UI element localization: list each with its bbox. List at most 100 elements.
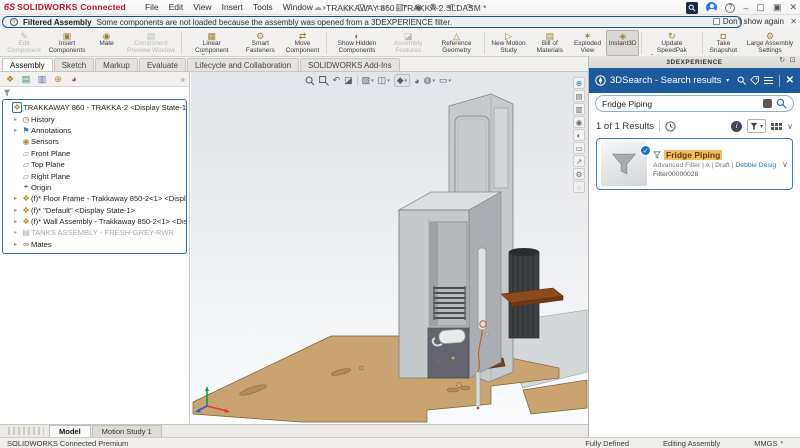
ribbon-button-bill-of-materials[interactable]: ▤Bill of Materials [531, 30, 569, 56]
search-input[interactable]: Fridge Piping [595, 95, 794, 112]
tree-item-mates[interactable]: ▸∞Mates [3, 239, 186, 250]
ribbon-button-reference-geometry[interactable]: △Reference Geometry▾ [432, 30, 482, 56]
tree-item-annotations[interactable]: ▸⚑Annotations [3, 125, 186, 136]
tree-item-top-plane[interactable]: ▱Top Plane [3, 159, 186, 170]
tab-motion-study-1[interactable]: Motion Study 1 [92, 425, 162, 437]
notification-close-icon[interactable]: ✕ [790, 17, 797, 26]
tree-item-origin[interactable]: ⌖Origin [3, 182, 186, 193]
configurationmanager-tab-icon[interactable]: ▥ [36, 73, 48, 86]
units-selector[interactable]: MMGS ▾ [754, 439, 783, 448]
ribbon-button-update-speedpak[interactable]: ↻Update SpeedPak Subassemblies [644, 30, 700, 56]
history-clock-icon[interactable] [665, 121, 676, 132]
tab-model[interactable]: Model [49, 425, 91, 437]
refresh-icon[interactable]: ↻ [779, 56, 785, 64]
info-icon[interactable]: i [731, 121, 742, 132]
tree-item-tanks-assembly[interactable]: ▸▤TANKS ASSEMBLY - FRESH-GREY-RWR [3, 227, 186, 238]
tree-item-root[interactable]: ❖TRAKKAWAY 860 - TRAKKA-2 <Display State… [3, 102, 186, 113]
advanced-search-icon[interactable] [763, 99, 772, 108]
search-icon[interactable] [737, 75, 746, 86]
edit-appearance-button[interactable]: ◕ [414, 76, 419, 86]
expand-icon[interactable]: ▸ [14, 218, 21, 225]
view-settings-button[interactable]: ▭▾ [439, 75, 451, 86]
tag-icon[interactable] [750, 75, 759, 86]
ribbon-button-smart-fasteners[interactable]: ⚙Smart Fasteners [240, 30, 281, 56]
expand-icon[interactable]: ▸ [14, 241, 21, 248]
settings-icon[interactable]: ◌ [573, 181, 585, 193]
view-orientation-button[interactable]: ▧▾ [362, 75, 374, 86]
3d-viewport[interactable]: ↶ ◪ ▧▾ ◫▾ ◆▾ ◕ ◍▾ ▭▾ ⊕ ▤ ▥ ◉ ◐ ▭ ↗ ⚙ ◌ [191, 72, 588, 424]
minimize-button[interactable]: – [743, 3, 748, 13]
ribbon-button-new-motion-study[interactable]: ▷New Motion Study [486, 30, 530, 56]
tab-scroll-grip[interactable] [8, 427, 44, 435]
expand-icon[interactable]: ▸ [14, 229, 21, 236]
expand-icon[interactable]: ▸ [14, 207, 21, 214]
hide-show-items-button[interactable]: ◆▾ [394, 74, 410, 87]
tree-item-right-plane[interactable]: ▱Right Plane [3, 170, 186, 181]
sort-button[interactable]: ▾ [747, 119, 766, 133]
display-style-button[interactable]: ◫▾ [378, 75, 390, 86]
tree-item-default[interactable]: ▸❖(f)* "Default" <Display State-1> [3, 205, 186, 216]
dont-show-again[interactable]: Don't show again [713, 17, 784, 26]
ribbon-button-move-component[interactable]: ⇄Move Component▾ [281, 30, 324, 56]
3dexperience-search-tile[interactable] [686, 2, 698, 14]
menu-window[interactable]: Window [283, 2, 313, 12]
restore-button[interactable]: ▢ [756, 2, 765, 13]
ribbon-button-linear-component-pattern[interactable]: ▦Linear Component Pattern▾ [184, 30, 240, 56]
menu-tools[interactable]: Tools [253, 2, 273, 12]
share-icon[interactable]: ↗ [573, 155, 585, 167]
apply-scene-button[interactable]: ◍▾ [424, 75, 435, 86]
featuremanager-tab-icon[interactable]: ❖ [4, 73, 16, 86]
zoom-to-area-button[interactable] [319, 76, 329, 86]
ribbon-button-insert-components[interactable]: ▣Insert Components▾ [44, 30, 90, 56]
menu-file[interactable]: File [145, 2, 159, 12]
display-icon[interactable]: ▭ [573, 142, 585, 154]
propertymanager-tab-icon[interactable]: ▤ [20, 73, 32, 86]
expand-icon[interactable]: ▸ [14, 116, 21, 123]
grid-view-icon[interactable] [771, 123, 782, 130]
section-view-button[interactable]: ◪ [344, 75, 353, 86]
expand-icon[interactable]: ▸ [14, 127, 21, 134]
dimxpert-tab-icon[interactable]: ⊕ [52, 73, 64, 86]
tree-item-history[interactable]: ▸◷History [3, 113, 186, 124]
layout-button[interactable]: ▣ [773, 2, 782, 13]
close-button[interactable]: ✕ [789, 2, 797, 13]
zoom-to-fit-button[interactable] [305, 76, 315, 86]
tab-assembly[interactable]: Assembly [2, 58, 53, 71]
menu-view[interactable]: View [193, 2, 211, 12]
tree-item-sensors[interactable]: ◉Sensors [3, 136, 186, 147]
displaymanager-tab-icon[interactable]: ◕ [68, 73, 80, 86]
ribbon-button-take-snapshot[interactable]: ◘Take Snapshot [705, 30, 742, 56]
previous-view-button[interactable]: ↶ [333, 75, 341, 86]
dock-pin-icon[interactable]: ⊡ [790, 56, 796, 64]
tabs-overflow-icon[interactable]: » [181, 75, 185, 84]
ribbon-button-large-assembly-settings[interactable]: ⚙Large Assembly Settings [742, 30, 798, 56]
tab-sketch[interactable]: Sketch [54, 58, 94, 71]
chevron-down-icon[interactable]: ▾ [726, 77, 729, 84]
tab-markup[interactable]: Markup [95, 58, 138, 71]
menu-edit[interactable]: Edit [169, 2, 184, 12]
expand-icon[interactable]: ▸ [14, 195, 21, 202]
ribbon-button-instant3d[interactable]: ◈Instant3D [606, 30, 639, 56]
search-result-card[interactable]: ✓ Fridge Piping Advanced Filter | A | Dr… [596, 138, 793, 190]
tree-item-wall-assembly[interactable]: ▸❖(f)* Wall Assembly - Trakkaway 850-2<1… [3, 216, 186, 227]
tab-evaluate[interactable]: Evaluate [139, 58, 186, 71]
search-submit-icon[interactable] [776, 98, 787, 109]
tree-item-floor-frame[interactable]: ▸❖(f)* Floor Frame - Trakkaway 850-2<1> … [3, 193, 186, 204]
ribbon-button-mate[interactable]: ◉Mate [90, 30, 123, 56]
tools-icon[interactable]: ⚙ [573, 168, 585, 180]
help-button[interactable]: ? [725, 3, 735, 13]
menu-insert[interactable]: Insert [222, 2, 243, 12]
tab-solidworks-addins[interactable]: SOLIDWORKS Add-Ins [300, 58, 400, 71]
chevron-down-icon[interactable]: ∨ [787, 122, 793, 131]
result-title[interactable]: Fridge Piping [664, 150, 722, 160]
folder-icon[interactable]: ▥ [573, 103, 585, 115]
dont-show-again-checkbox[interactable] [713, 18, 720, 25]
ribbon-button-exploded-view[interactable]: ✶Exploded View▾ [569, 30, 606, 56]
expand-result-icon[interactable]: ∨ [782, 160, 788, 169]
ribbon-button-show-hidden-components[interactable]: ◐Show Hidden Components [329, 30, 385, 56]
tree-item-front-plane[interactable]: ▱Front Plane [3, 148, 186, 159]
save-cloud-icon[interactable]: ▤ [573, 90, 585, 102]
user-avatar[interactable] [706, 2, 717, 13]
compass-icon[interactable]: ⊕ [573, 77, 585, 89]
visibility-icon[interactable]: ◉ [573, 116, 585, 128]
